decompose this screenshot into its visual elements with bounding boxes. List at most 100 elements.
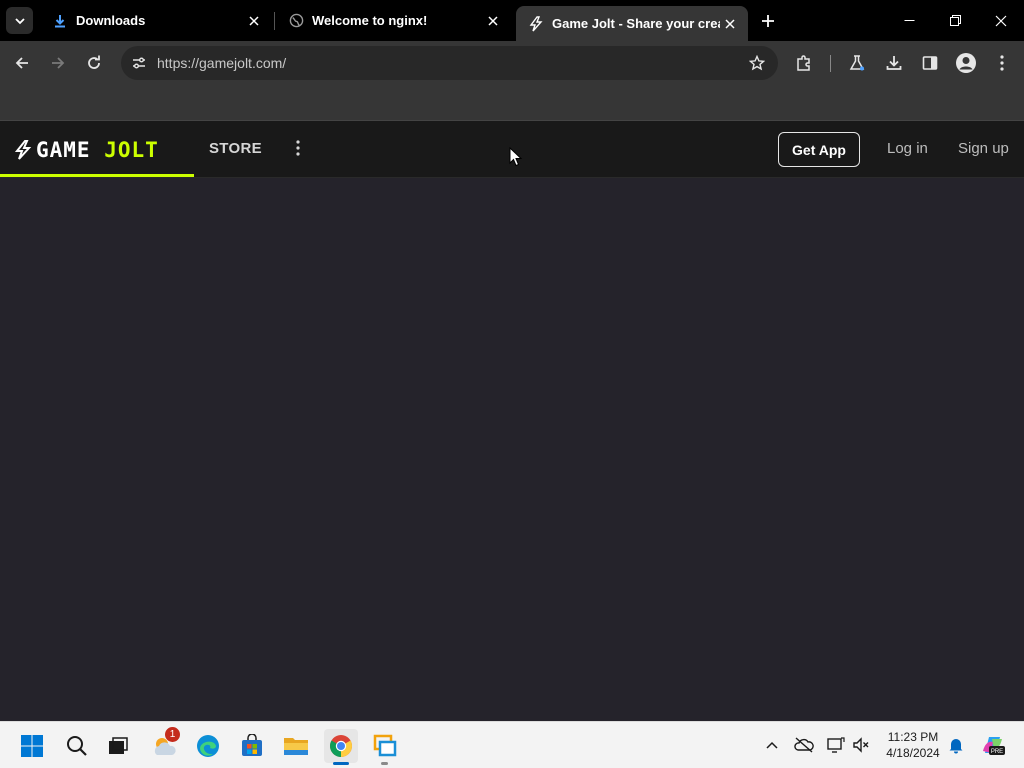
more-vertical-icon [1000, 55, 1004, 71]
tab-title: Game Jolt - Share your creations [552, 16, 720, 31]
reload-icon [88, 55, 100, 69]
nav-more-button[interactable] [290, 138, 306, 158]
search-icon [67, 736, 87, 756]
system-clock[interactable]: 11:23 PM 4/18/2024 [878, 729, 948, 761]
flask-icon [849, 55, 865, 71]
url-text[interactable]: https://gamejolt.com/ [157, 55, 286, 71]
edge-icon [197, 735, 219, 757]
remote-desktop-button[interactable] [368, 729, 402, 763]
address-bar[interactable]: https://gamejolt.com/ [121, 46, 778, 80]
extensions-button[interactable] [790, 49, 818, 77]
gamejolt-bolt-icon [14, 140, 32, 160]
plus-icon [762, 15, 774, 27]
bell-icon [949, 739, 963, 754]
close-tab-icon[interactable] [483, 11, 503, 31]
tab-search-button[interactable] [6, 7, 33, 34]
more-vertical-icon [296, 140, 300, 156]
weather-badge: 1 [165, 727, 180, 742]
site-info-icon[interactable] [127, 51, 151, 75]
back-button[interactable] [8, 49, 36, 77]
profile-button[interactable] [952, 49, 980, 77]
minimize-icon [904, 20, 914, 21]
browser-tab-strip: Downloads Welcome to nginx! Game Jolt - … [0, 0, 1024, 41]
tab-separator [274, 12, 275, 30]
puzzle-icon [797, 55, 810, 71]
arrow-left-icon [15, 57, 28, 69]
restore-button[interactable] [932, 0, 978, 41]
clock-time: 11:23 PM [887, 730, 939, 744]
windows-logo-icon [21, 735, 43, 757]
gamejolt-bolt-icon [528, 15, 544, 32]
globe-icon [288, 13, 304, 29]
browser-toolbar: https://gamejolt.com/ [0, 41, 1024, 85]
reload-button[interactable] [80, 49, 108, 77]
svg-text:PRE: PRE [991, 749, 1003, 755]
browser-menu-button[interactable] [988, 49, 1016, 77]
tab-downloads[interactable]: Downloads [40, 0, 272, 41]
toolbar-separator [830, 55, 831, 72]
cloud-offline-icon [794, 737, 814, 753]
store-bag-icon [242, 734, 262, 756]
copilot-icon: PRE [983, 737, 1005, 755]
file-explorer-button[interactable] [279, 729, 313, 763]
task-view-icon [109, 737, 128, 754]
onedrive-tray-icon[interactable] [793, 734, 815, 756]
labs-button[interactable] [843, 49, 871, 77]
login-link[interactable]: Log in [887, 140, 928, 157]
get-app-button[interactable]: Get App [778, 132, 860, 167]
tab-nginx[interactable]: Welcome to nginx! [276, 0, 511, 41]
logo-wordmark-left: GAME [36, 138, 105, 162]
side-panel-button[interactable] [916, 49, 944, 77]
close-tab-icon[interactable] [720, 14, 740, 34]
bookmark-star-icon[interactable] [746, 52, 768, 74]
active-nav-indicator [0, 174, 194, 177]
notifications-button[interactable] [945, 734, 967, 756]
speaker-muted-icon [853, 737, 869, 753]
side-panel-icon [922, 56, 938, 70]
copilot-button[interactable]: PRE [979, 734, 1007, 756]
forward-button[interactable] [44, 49, 72, 77]
download-icon [886, 56, 902, 70]
nav-store-link[interactable]: STORE [209, 140, 262, 157]
arrow-right-icon [52, 57, 65, 69]
remote-desktop-icon [373, 734, 397, 757]
restore-icon [949, 15, 961, 26]
signup-link[interactable]: Sign up [958, 140, 1009, 157]
new-tab-button[interactable] [757, 10, 779, 32]
chevron-down-icon [14, 17, 25, 24]
monitor-network-icon [827, 737, 845, 753]
show-hidden-icons-button[interactable] [761, 734, 783, 756]
chevron-up-icon [766, 741, 778, 749]
close-icon [995, 15, 1007, 26]
download-icon [52, 13, 68, 29]
tab-gamejolt[interactable]: Game Jolt - Share your creations [516, 6, 748, 41]
folder-icon [284, 738, 308, 755]
logo-wordmark: GAME JOLT [36, 138, 159, 162]
mouse-cursor-icon [509, 147, 523, 167]
logo-wordmark-right: JOLT [104, 138, 159, 162]
app-open-indicator [381, 762, 388, 765]
edge-button[interactable] [191, 729, 225, 763]
network-tray-icon[interactable] [825, 734, 847, 756]
close-tab-icon[interactable] [244, 11, 264, 31]
start-button[interactable] [15, 729, 49, 763]
chrome-icon [330, 735, 352, 757]
volume-tray-icon[interactable] [850, 734, 872, 756]
tab-title: Welcome to nginx! [312, 13, 428, 28]
tab-title: Downloads [76, 13, 146, 28]
clock-date: 4/18/2024 [886, 746, 940, 760]
gamejolt-logo[interactable]: GAME JOLT [14, 138, 159, 162]
chrome-active-indicator [333, 762, 349, 765]
store-button[interactable] [235, 729, 269, 763]
avatar-icon [956, 53, 976, 73]
bookmarks-bar [0, 85, 1024, 121]
downloads-button[interactable] [880, 49, 908, 77]
minimize-button[interactable] [886, 0, 932, 41]
windows-taskbar: 1 11:23 PM 4/18/2024 PRE [0, 721, 1024, 768]
close-window-button[interactable] [978, 0, 1024, 41]
chrome-button[interactable] [324, 729, 358, 763]
page-content: GAME JOLT STORE Get App Log in Sign up [0, 121, 1024, 721]
weather-widget-button[interactable]: 1 [148, 727, 182, 763]
task-view-button[interactable] [101, 729, 135, 763]
taskbar-search-button[interactable] [60, 729, 94, 763]
